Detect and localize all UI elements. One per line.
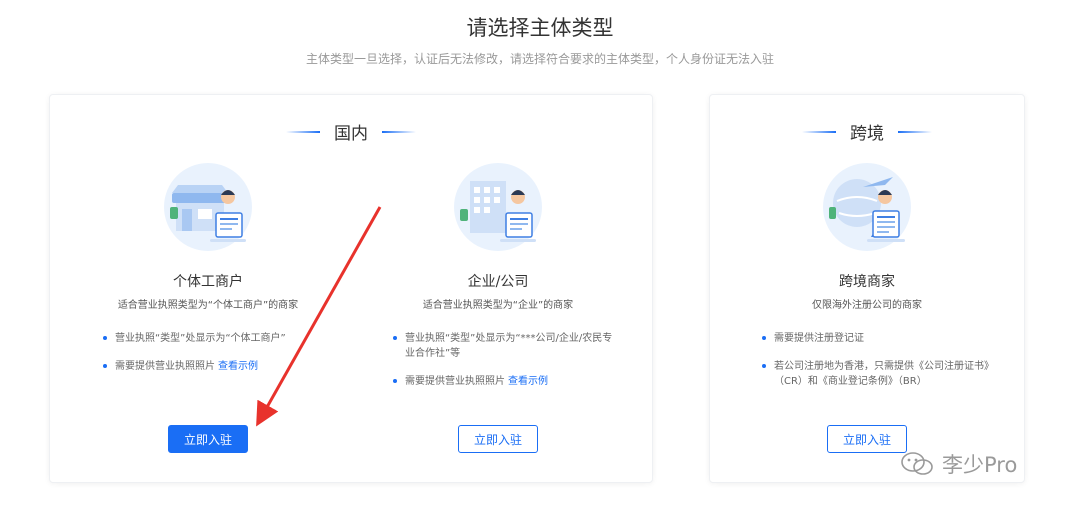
bullet-dot-icon: [103, 364, 107, 368]
requirement-item: 营业执照“类型”处显示为“个体工商户”: [103, 331, 328, 346]
globe-plane-person-icon: [823, 163, 911, 251]
requirement-list: 营业执照“类型”处显示为“***公司/企业/农民专业合作社”等 需要提供营业执照…: [393, 331, 618, 402]
option-desc: 适合营业执照类型为“个体工商户”的商家: [117, 300, 299, 311]
option-crossborder: 跨境商家 仅限海外注册公司的商家 需要提供注册登记证 若公司注册地为香港，只需提…: [722, 95, 1012, 482]
requirement-item: 需要提供营业执照照片 查看示例: [103, 359, 328, 374]
bullet-dot-icon: [393, 336, 397, 340]
requirement-item: 需要提供营业执照照片 查看示例: [393, 374, 618, 389]
view-example-link[interactable]: 查看示例: [508, 376, 548, 387]
bullet-dot-icon: [762, 336, 766, 340]
requirement-item: 需要提供注册登记证: [762, 331, 992, 346]
domestic-card: 国内 个体工商户 适合营业执照类型为“个体工商户”的商家 营业执照“类型”处显示…: [49, 94, 653, 483]
option-desc: 仅限海外注册公司的商家: [812, 300, 922, 311]
option-title: 跨境商家: [839, 274, 895, 290]
wechat-icon: [901, 452, 933, 475]
storefront-person-icon: [164, 163, 252, 251]
watermark-text: 李少Pro: [942, 453, 1018, 477]
page-subtitle: 主体类型一旦选择，认证后无法修改，请选择符合要求的主体类型，个人身份证无法入驻: [305, 52, 774, 66]
bullet-dot-icon: [762, 364, 766, 368]
crossborder-card: 跨境 跨境商家 仅限海外注册公司的商家 需要提供注册登记证 若公司注册地为香港，…: [709, 94, 1025, 483]
requirement-item: 营业执照“类型”处显示为“***公司/企业/农民专业合作社”等: [393, 331, 618, 361]
join-individual-button[interactable]: 立即入驻: [168, 425, 248, 453]
building-person-icon: [454, 163, 542, 251]
option-enterprise: 企业/公司 适合营业执照类型为“企业”的商家 营业执照“类型”处显示为“***公…: [353, 95, 643, 482]
page-title: 请选择主体类型: [466, 16, 614, 40]
option-title: 个体工商户: [173, 274, 243, 290]
option-individual: 个体工商户 适合营业执照类型为“个体工商户”的商家 营业执照“类型”处显示为“个…: [63, 95, 353, 482]
view-example-link[interactable]: 查看示例: [218, 361, 258, 372]
join-enterprise-button[interactable]: 立即入驻: [458, 425, 538, 453]
bullet-dot-icon: [393, 379, 397, 383]
option-title: 企业/公司: [467, 274, 529, 290]
requirement-list: 营业执照“类型”处显示为“个体工商户” 需要提供营业执照照片 查看示例: [103, 331, 328, 387]
join-crossborder-button[interactable]: 立即入驻: [827, 425, 907, 453]
option-desc: 适合营业执照类型为“企业”的商家: [422, 300, 574, 311]
requirement-list: 需要提供注册登记证 若公司注册地为香港，只需提供《公司注册证书》（CR）和《商业…: [762, 331, 992, 402]
requirement-item: 若公司注册地为香港，只需提供《公司注册证书》（CR）和《商业登记条例》（BR）: [762, 359, 992, 389]
bullet-dot-icon: [103, 336, 107, 340]
watermark: 李少Pro: [900, 449, 1017, 479]
